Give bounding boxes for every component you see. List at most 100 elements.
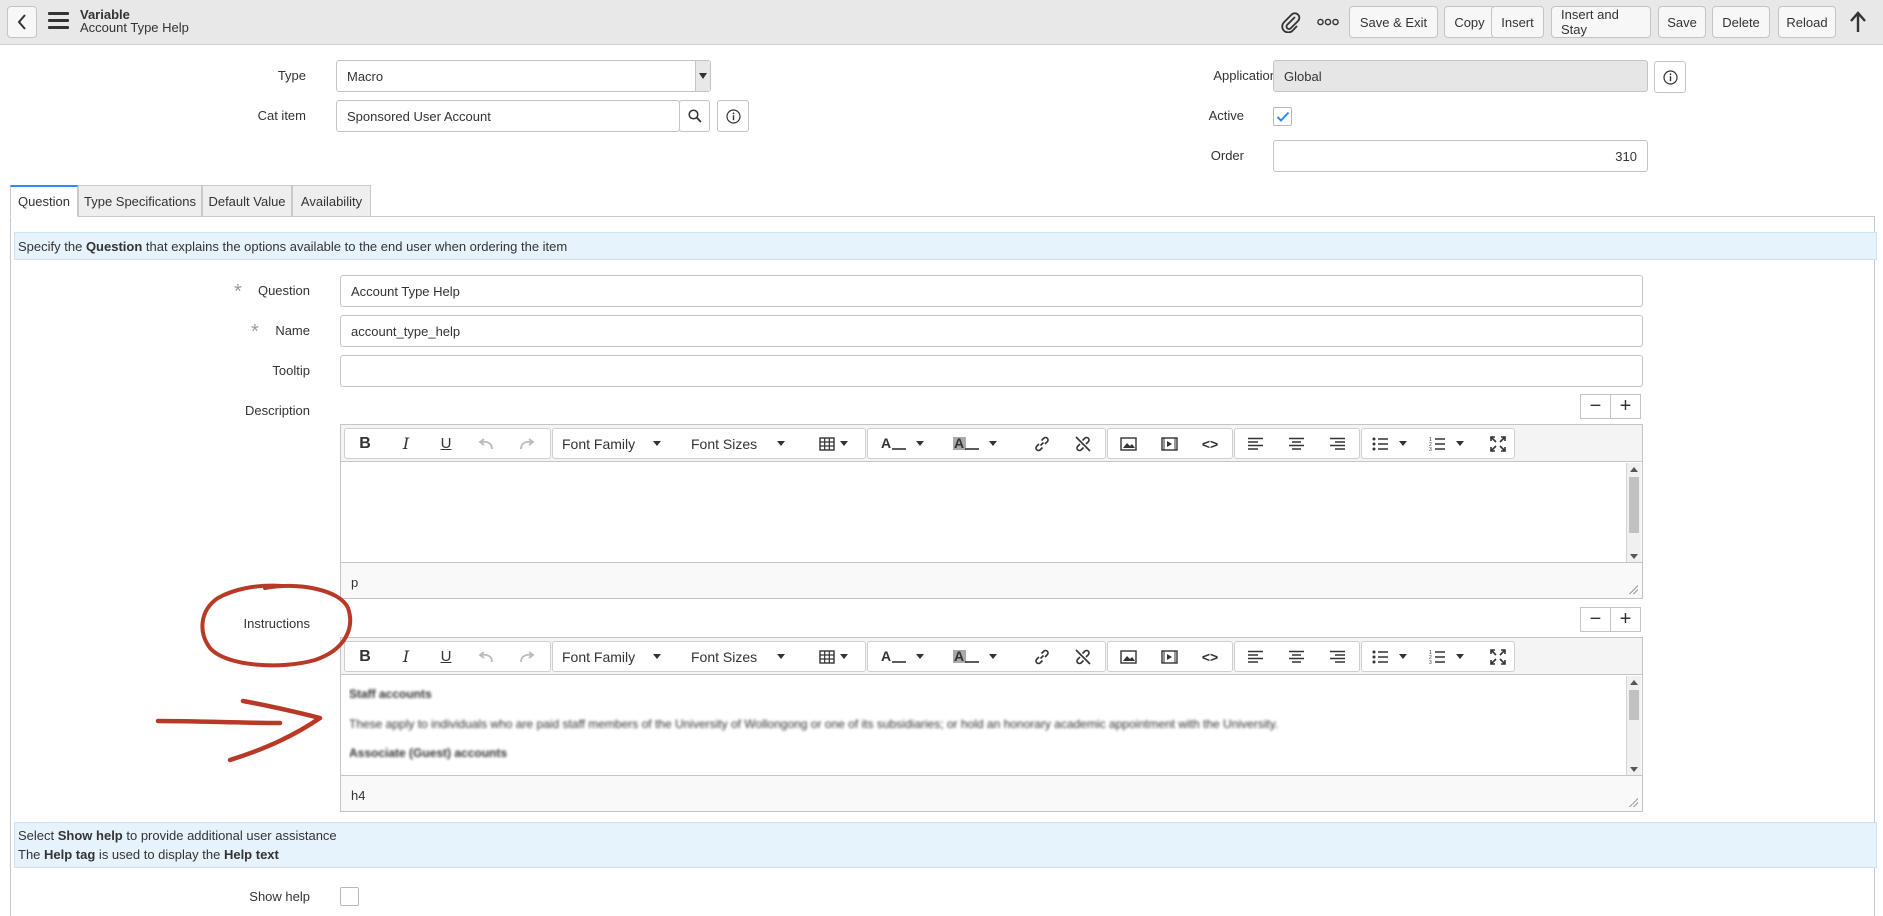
order-input[interactable]: 310	[1273, 140, 1648, 172]
instructions-scrollbar[interactable]	[1626, 676, 1641, 776]
underline-button[interactable]: U	[431, 429, 461, 458]
save-exit-button[interactable]: Save & Exit	[1349, 6, 1438, 38]
fullscreen-icon[interactable]	[1483, 429, 1513, 458]
table-dropdown[interactable]	[819, 429, 859, 458]
scroll-top-arrow-icon[interactable]	[1845, 10, 1871, 34]
table-dropdown[interactable]	[819, 642, 859, 671]
resize-handle-icon[interactable]	[1629, 798, 1638, 807]
video-icon[interactable]	[1154, 642, 1184, 671]
help-info-text: is used to display the	[95, 847, 224, 862]
font-family-dropdown[interactable]: Font Family	[562, 642, 672, 671]
description-expand-button[interactable]: +	[1610, 394, 1641, 419]
background-color-icon: A	[953, 649, 979, 664]
numbered-list-dropdown[interactable]: 123	[1429, 429, 1481, 458]
back-button[interactable]	[7, 6, 37, 38]
instructions-collapse-button[interactable]: −	[1580, 607, 1611, 632]
undo-icon[interactable]	[471, 429, 501, 458]
description-scrollbar[interactable]	[1626, 463, 1641, 563]
scroll-up-arrow-icon	[1630, 467, 1638, 472]
scrollbar-thumb[interactable]	[1629, 477, 1639, 533]
type-select-value: Macro	[347, 68, 384, 84]
font-sizes-dropdown[interactable]: Font Sizes	[691, 429, 801, 458]
active-label: Active	[1208, 108, 1244, 123]
bullet-list-dropdown[interactable]	[1372, 429, 1424, 458]
insert-and-stay-button[interactable]: Insert and Stay	[1551, 6, 1651, 38]
tab-question[interactable]: Question	[10, 185, 78, 217]
name-input[interactable]: account_type_help	[340, 315, 1643, 347]
align-left-icon[interactable]	[1240, 429, 1270, 458]
image-icon[interactable]	[1113, 642, 1143, 671]
paperclip-icon[interactable]	[1278, 10, 1304, 34]
tab-type-specifications[interactable]: Type Specifications	[78, 185, 202, 217]
chevron-down-icon	[653, 441, 662, 446]
video-icon[interactable]	[1154, 429, 1184, 458]
color-link-group: A A	[867, 641, 1106, 672]
font-sizes-dropdown[interactable]: Font Sizes	[691, 642, 801, 671]
fullscreen-icon[interactable]	[1483, 642, 1513, 671]
numbered-list-dropdown[interactable]: 123	[1429, 642, 1481, 671]
instructions-editor: B I U Font Family Font Sizes A A <> 1 2 …	[340, 637, 1643, 812]
bullet-list-dropdown[interactable]	[1372, 642, 1424, 671]
description-statusbar: p	[341, 562, 1642, 598]
background-color-dropdown[interactable]: A	[953, 642, 1008, 671]
reload-button[interactable]: Reload	[1778, 6, 1836, 38]
bold-button[interactable]: B	[350, 429, 380, 458]
undo-icon[interactable]	[471, 642, 501, 671]
description-collapse-button[interactable]: −	[1580, 394, 1611, 419]
cat-item-lookup-button[interactable]	[679, 100, 710, 132]
align-right-icon[interactable]	[1322, 429, 1352, 458]
question-info-box: Specify the Question that explains the o…	[14, 232, 1877, 260]
italic-button[interactable]: I	[391, 642, 421, 671]
text-color-dropdown[interactable]: A	[880, 429, 935, 458]
underline-button[interactable]: U	[431, 642, 461, 671]
description-content-area[interactable]	[341, 462, 1626, 562]
tooltip-input[interactable]	[340, 355, 1643, 387]
bold-button[interactable]: B	[350, 642, 380, 671]
bullet-list-icon	[1372, 650, 1388, 663]
chevron-down-icon	[1456, 654, 1464, 659]
show-help-label: Show help	[249, 889, 310, 904]
description-element-path: p	[351, 575, 359, 590]
show-help-checkbox[interactable]	[340, 887, 359, 906]
align-center-icon[interactable]	[1281, 642, 1311, 671]
cat-item-label: Cat item	[257, 108, 306, 123]
source-code-button[interactable]: <>	[1195, 642, 1225, 671]
font-family-dropdown[interactable]: Font Family	[562, 429, 672, 458]
hamburger-menu-icon[interactable]	[48, 12, 69, 30]
unlink-icon[interactable]	[1068, 642, 1098, 671]
cat-item-input[interactable]: Sponsored User Account	[336, 100, 680, 132]
scrollbar-thumb[interactable]	[1629, 690, 1639, 720]
scroll-down-arrow-icon	[1630, 767, 1638, 772]
instructions-expand-button[interactable]: +	[1610, 607, 1641, 632]
link-icon[interactable]	[1027, 642, 1057, 671]
application-info-button[interactable]	[1654, 61, 1686, 93]
more-options-icon[interactable]	[1315, 10, 1341, 34]
type-select[interactable]: Macro	[336, 60, 711, 92]
align-left-icon[interactable]	[1240, 642, 1270, 671]
image-icon[interactable]	[1113, 429, 1143, 458]
insert-button[interactable]: Insert	[1491, 6, 1544, 38]
align-right-icon[interactable]	[1322, 642, 1352, 671]
resize-handle-icon[interactable]	[1629, 585, 1638, 594]
record-name-title: Account Type Help	[80, 20, 189, 35]
instructions-content-area[interactable]: Staff accounts These apply to individual…	[349, 675, 1622, 775]
align-center-icon[interactable]	[1281, 429, 1311, 458]
tab-default-value[interactable]: Default Value	[202, 185, 292, 217]
tab-availability[interactable]: Availability	[292, 185, 371, 217]
delete-button[interactable]: Delete	[1712, 6, 1770, 38]
italic-button[interactable]: I	[391, 429, 421, 458]
text-color-dropdown[interactable]: A	[880, 642, 935, 671]
redo-icon[interactable]	[512, 642, 542, 671]
background-color-dropdown[interactable]: A	[953, 429, 1008, 458]
save-button[interactable]: Save	[1658, 6, 1706, 38]
source-code-button[interactable]: <>	[1195, 429, 1225, 458]
link-icon[interactable]	[1027, 429, 1057, 458]
unlink-icon[interactable]	[1068, 429, 1098, 458]
redo-icon[interactable]	[512, 429, 542, 458]
question-input[interactable]: Account Type Help	[340, 275, 1643, 307]
copy-button[interactable]: Copy	[1444, 6, 1495, 38]
help-info-line-2: The Help tag is used to display the Help…	[18, 845, 1873, 864]
cat-item-info-button[interactable]	[717, 100, 749, 132]
active-checkbox[interactable]	[1273, 107, 1292, 126]
svg-text:A: A	[881, 649, 891, 664]
